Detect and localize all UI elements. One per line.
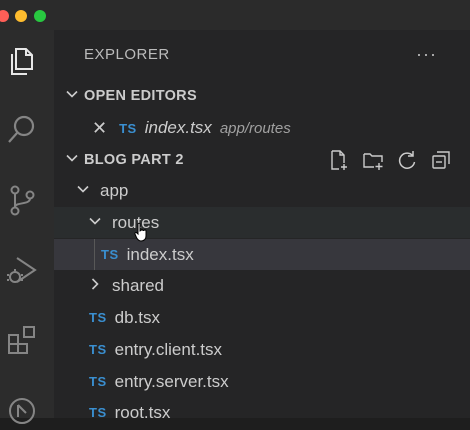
tree-file-entry-client[interactable]: TS entry.client.tsx: [54, 334, 470, 365]
typescript-file-icon: TS: [119, 120, 137, 136]
open-editor-filename: index.tsx: [144, 118, 212, 137]
new-folder-icon[interactable]: [362, 149, 384, 171]
project-actions: [328, 146, 452, 174]
zoom-window-button[interactable]: [34, 10, 46, 22]
collapse-all-icon[interactable]: [430, 149, 452, 171]
tree-file-root[interactable]: TS root.tsx: [54, 397, 470, 428]
window-titlebar: [0, 0, 470, 30]
chevron-down-icon: [60, 151, 84, 169]
open-editors-header[interactable]: OPEN EDITORS: [54, 82, 470, 110]
folder-name: app: [100, 180, 129, 200]
file-name: entry.server.tsx: [114, 371, 229, 391]
project-label: BLOG PART 2: [84, 152, 184, 168]
file-name: db.tsx: [114, 307, 160, 327]
explorer-title: EXPLORER: [84, 46, 170, 63]
typescript-file-icon: TS: [101, 247, 119, 262]
indent-guide: [94, 239, 95, 270]
chevron-right-icon: [88, 276, 112, 296]
tree-folder-app[interactable]: app: [54, 175, 470, 206]
file-name: entry.client.tsx: [114, 339, 223, 359]
extensions-icon[interactable]: [0, 318, 44, 362]
file-name: index.tsx: [126, 244, 194, 264]
explorer-sidebar: EXPLORER ··· OPEN EDITORS ✕ TS index.tsx…: [54, 30, 470, 422]
typescript-file-icon: TS: [89, 374, 107, 389]
new-file-icon[interactable]: [328, 149, 350, 171]
tree-folder-shared[interactable]: shared: [54, 270, 470, 301]
typescript-file-icon: TS: [89, 310, 107, 325]
chevron-down-icon: [88, 213, 112, 233]
activity-bar: [0, 30, 54, 424]
tree-folder-routes[interactable]: routes: [54, 207, 470, 238]
remote-icon[interactable]: [0, 386, 44, 430]
folder-name: shared: [112, 275, 164, 295]
refresh-icon[interactable]: [396, 149, 418, 171]
project-header[interactable]: BLOG PART 2: [54, 146, 470, 174]
chevron-down-icon: [76, 181, 100, 201]
close-icon[interactable]: ✕: [92, 118, 107, 139]
search-icon[interactable]: [0, 108, 44, 152]
more-actions-icon[interactable]: ···: [416, 44, 437, 65]
tree-file-routes-index[interactable]: TS index.tsx: [54, 239, 470, 270]
run-debug-icon[interactable]: [0, 248, 44, 292]
typescript-file-icon: TS: [89, 342, 107, 357]
minimize-window-button[interactable]: [15, 10, 27, 22]
close-window-button[interactable]: [0, 10, 9, 22]
files-icon[interactable]: [0, 40, 44, 84]
pointer-hand-icon: [134, 222, 147, 242]
source-control-icon[interactable]: [0, 178, 44, 222]
tree-file-entry-server[interactable]: TS entry.server.tsx: [54, 366, 470, 397]
open-editor-item[interactable]: ✕ TS index.tsx app/routes: [54, 112, 470, 144]
open-editors-label: OPEN EDITORS: [84, 88, 197, 104]
tree-file-db[interactable]: TS db.tsx: [54, 302, 470, 333]
chevron-down-icon: [60, 87, 84, 105]
file-name: root.tsx: [114, 402, 171, 422]
open-editor-path: app/routes: [219, 119, 291, 137]
